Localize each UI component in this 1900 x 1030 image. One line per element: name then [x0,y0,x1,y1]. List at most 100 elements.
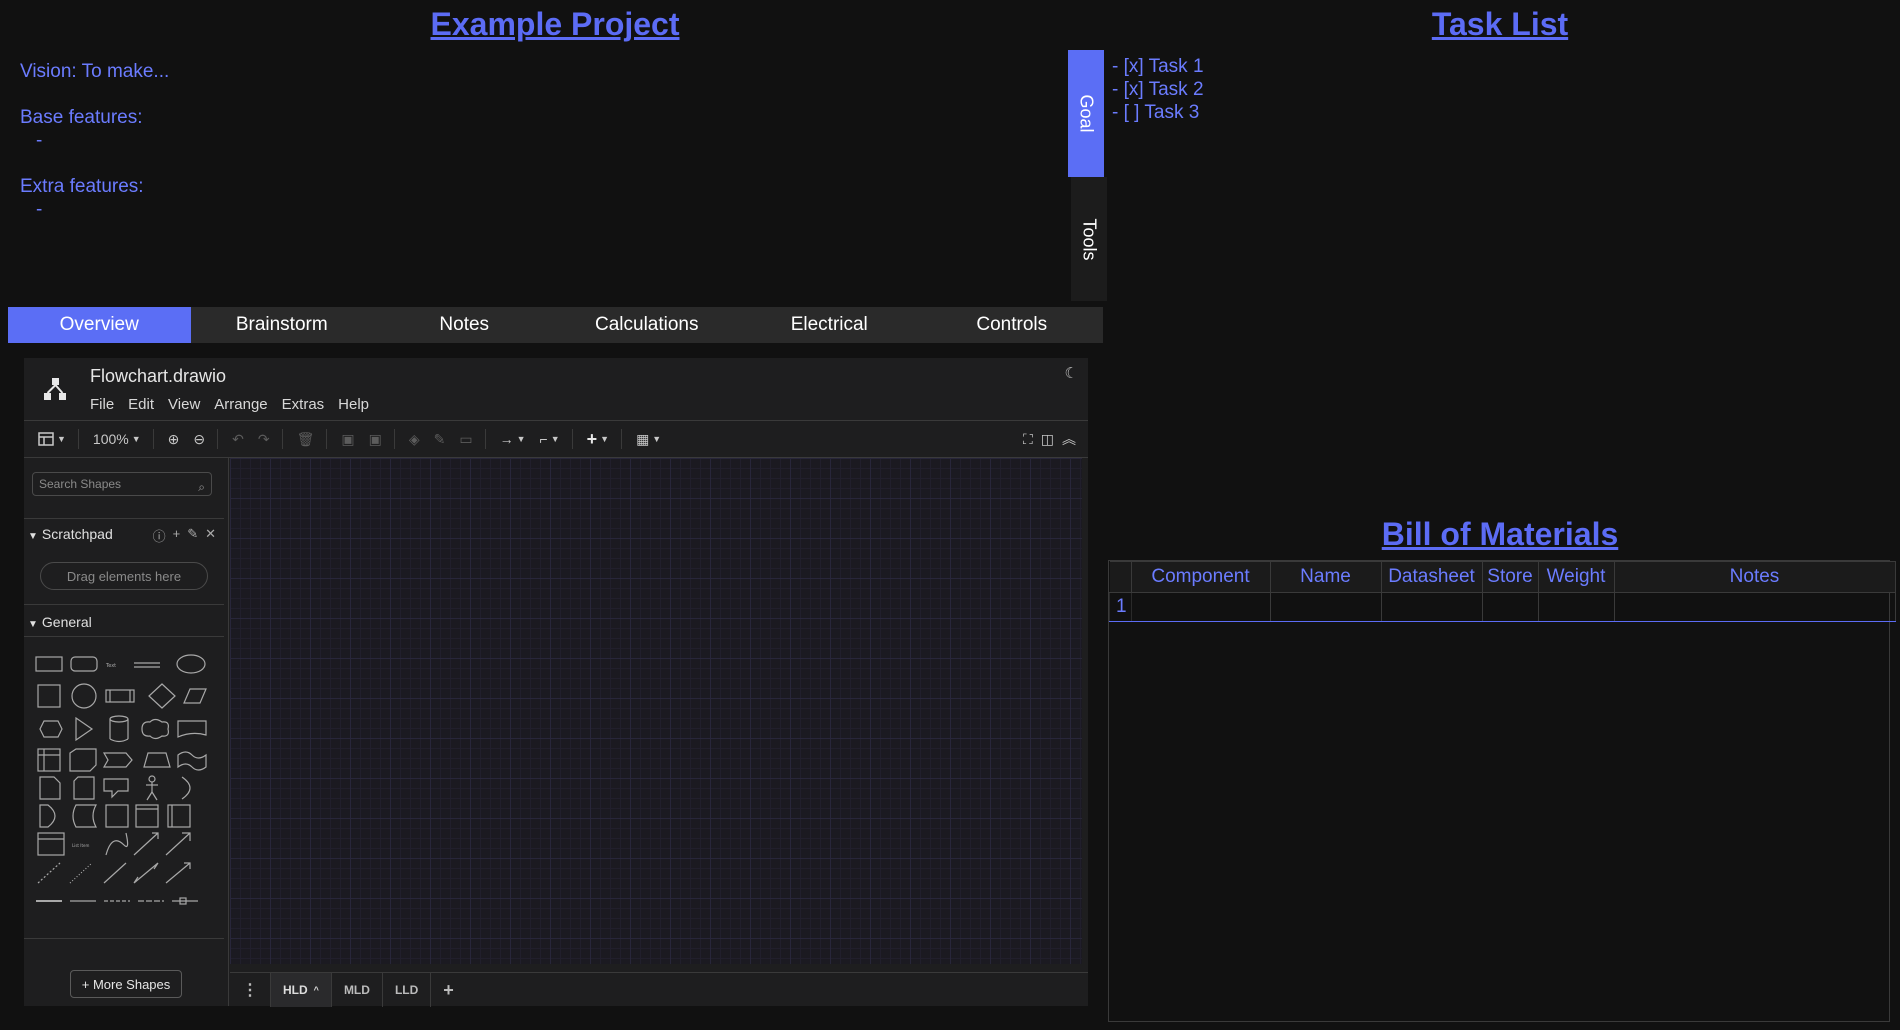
close-icon[interactable]: ✕ [205,526,216,545]
fill-color-icon[interactable]: ◈ [409,431,420,448]
add-icon[interactable]: + [173,526,181,545]
table-row: 1 [1109,592,1896,622]
scratchpad-header[interactable]: ▼ Scratchpad ⓘ + ✎ ✕ [28,526,224,545]
bom-panel [1108,560,1890,1022]
menu-extras[interactable]: Extras [282,396,325,413]
zoom-in-icon[interactable]: ⊕ [168,431,180,448]
tab-goal[interactable]: Goal [1068,50,1104,177]
more-shapes-button[interactable]: + More Shapes [70,970,182,998]
to-back-icon[interactable]: ▣ [369,431,382,448]
search-icon: ⌕ [198,480,205,494]
tab-notes[interactable]: Notes [373,307,556,343]
tab-controls[interactable]: Controls [921,307,1104,343]
delete-icon[interactable]: 🗑 [297,431,315,448]
bom-table: Component Name Datasheet Store Weight No… [1109,561,1896,622]
tab-overview[interactable]: Overview [8,307,191,343]
fullscreen-icon[interactable]: ⛶ [1023,431,1033,448]
table-cell[interactable] [1130,592,1271,622]
undo-icon[interactable]: ↶ [232,431,244,448]
drawio-file-name[interactable]: Flowchart.drawio [90,366,226,387]
format-toggle-icon[interactable]: ◫ [1041,431,1054,448]
tab-tools-label: Tools [1079,217,1100,261]
tab-calculations[interactable]: Calculations [556,307,739,343]
bom-title: Bill of Materials [1381,516,1619,552]
insert-icon[interactable]: + ▼ [587,429,609,450]
waypoints-icon[interactable]: ⌐ ▼ [540,431,560,447]
table-icon[interactable]: ▦ ▼ [636,431,661,448]
table-cell[interactable] [1537,592,1615,622]
bom-header-row: Component Name Datasheet Store Weight No… [1109,561,1896,593]
menu-file[interactable]: File [90,396,114,413]
tab-goal-label: Goal [1076,94,1097,133]
connection-icon[interactable]: → ▼ [500,431,526,447]
scratchpad-drop-zone[interactable]: Drag elements here [40,562,208,590]
column-header-component[interactable]: Component [1130,561,1271,593]
task-list: - [x] Task 1 - [x] Task 2 - [ ] Task 3 [1112,55,1204,124]
column-header-store[interactable]: Store [1481,561,1539,593]
base-features-label: Base features: [20,107,143,128]
project-title: Example Project [430,6,680,42]
page-tab-hld[interactable]: HLD ^ [271,973,332,1007]
page-menu-icon[interactable]: ⋮ [230,973,271,1007]
tab-tools[interactable]: Tools [1071,177,1107,301]
shadow-icon[interactable]: ▭ [459,431,472,448]
table-cell[interactable] [1481,592,1539,622]
general-shapes-palette[interactable]: Text List Item [34,645,214,935]
extra-features-label: Extra features: [20,176,144,197]
help-icon[interactable]: ⓘ [153,526,166,545]
task-item[interactable]: - [ ] Task 3 [1112,101,1204,124]
svg-text:List Item: List Item [72,843,89,848]
task-list-title: Task List [1431,6,1569,42]
to-front-icon[interactable]: ▣ [341,431,354,448]
zoom-value: 100% [92,431,129,447]
format-panel-icon[interactable]: ▼ [38,432,66,446]
table-cell[interactable] [1613,592,1896,622]
drawio-menu-bar: File Edit View Arrange Extras Help [90,396,369,413]
zoom-out-icon[interactable]: ⊖ [193,431,205,448]
search-placeholder: Search Shapes [39,477,122,491]
zoom-dropdown[interactable]: 100% ▼ [93,431,141,447]
scratchpad-actions: ⓘ + ✎ ✕ [153,526,216,545]
task-item[interactable]: - [x] Task 1 [1112,55,1204,78]
drawio-logo-icon [44,378,66,400]
page-tab-lld[interactable]: LLD [383,973,432,1007]
menu-edit[interactable]: Edit [128,396,154,413]
scratchpad-label: Scratchpad [41,526,113,542]
row-number-header [1109,561,1132,593]
column-header-name[interactable]: Name [1269,561,1382,593]
search-shapes-input[interactable]: Search Shapes ⌕ [32,472,212,496]
general-label: General [41,614,92,630]
vision-text: Vision: To make... [20,61,170,82]
redo-icon[interactable]: ↷ [258,431,270,448]
menu-arrange[interactable]: Arrange [214,396,267,413]
tab-electrical[interactable]: Electrical [738,307,921,343]
page-tabs-bar: ⋮ HLD ^ MLD LLD + [230,972,1088,1007]
menu-help[interactable]: Help [338,396,369,413]
column-header-weight[interactable]: Weight [1537,561,1615,593]
extra-features-item: - [36,199,43,220]
page-tab-mld[interactable]: MLD [332,973,383,1007]
drawio-header: Flowchart.drawio File Edit View Arrange … [24,358,1088,421]
general-header[interactable]: ▼ General [28,614,92,630]
add-page-icon[interactable]: + [431,973,466,1007]
line-color-icon[interactable]: ✎ [434,431,446,448]
drawio-editor: Flowchart.drawio File Edit View Arrange … [24,358,1088,1007]
drawing-canvas[interactable] [230,458,1082,964]
base-features-item: - [36,130,43,151]
row-number: 1 [1109,592,1132,622]
collapse-icon[interactable]: ︽ [1062,429,1076,449]
edit-icon[interactable]: ✎ [187,526,198,545]
tab-brainstorm[interactable]: Brainstorm [191,307,374,343]
column-header-notes[interactable]: Notes [1613,561,1896,593]
table-cell[interactable] [1380,592,1483,622]
column-header-datasheet[interactable]: Datasheet [1380,561,1483,593]
task-item[interactable]: - [x] Task 2 [1112,78,1204,101]
menu-view[interactable]: View [168,396,200,413]
page-tab-hld-label: HLD [283,983,308,997]
svg-text:Text: Text [105,663,116,669]
table-cell[interactable] [1269,592,1382,622]
drawio-toolbar: ▼ 100% ▼ ⊕ ⊖ ↶ ↷ 🗑 ▣ ▣ ◈ ✎ ▭ → ▼ ⌐ ▼ + ▼ ▦ ▼ … [24,421,1088,458]
project-description: Vision: To make... Base features: - Extr… [20,60,169,221]
dark-mode-icon[interactable]: ☾ [1065,364,1078,382]
chevron-down-icon: ▼ [28,619,38,630]
